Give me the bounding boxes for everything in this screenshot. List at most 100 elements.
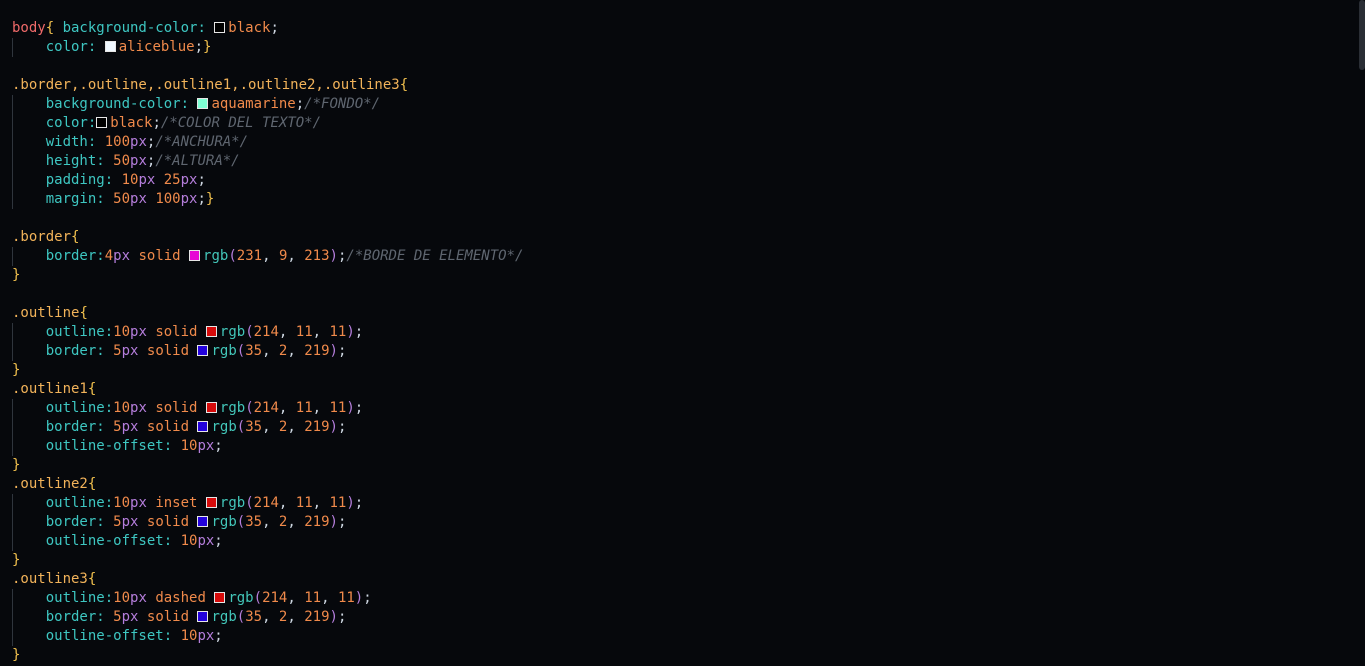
- code-token-punct: [12, 533, 46, 549]
- color-swatch-icon[interactable]: [197, 421, 209, 432]
- code-token-brace: {: [71, 229, 80, 245]
- color-swatch-icon[interactable]: [197, 611, 209, 622]
- code-token-num: 10: [113, 324, 131, 340]
- code-line[interactable]: border: 5px solid rgb(35, 2, 219);: [12, 513, 347, 532]
- code-line[interactable]: background-color: aquamarine;/*FONDO*/: [12, 95, 380, 114]
- code-token-num: 10: [113, 590, 131, 606]
- code-token-brace: {: [399, 77, 409, 93]
- code-line[interactable]: padding: 10px 25px;: [12, 171, 206, 190]
- code-line[interactable]: border: 5px solid rgb(35, 2, 219);: [12, 418, 347, 437]
- code-editor[interactable]: body{ background-color: black; color: al…: [0, 0, 1365, 666]
- code-token-kw: solid: [155, 324, 206, 340]
- code-line[interactable]: outline:10px solid rgb(214, 11, 11);: [12, 323, 364, 342]
- color-swatch-icon[interactable]: [205, 326, 217, 337]
- color-swatch-icon[interactable]: [197, 516, 209, 527]
- code-token-unit: px: [121, 419, 147, 435]
- code-line[interactable]: }: [12, 456, 20, 475]
- code-token-prop: outline:: [45, 324, 114, 340]
- vertical-scrollbar[interactable]: [1359, 0, 1365, 70]
- code-line[interactable]: .border,.outline,.outline1,.outline2,.ou…: [12, 76, 408, 95]
- code-token-prop: width:: [45, 134, 105, 150]
- code-token-num: 25: [163, 172, 181, 188]
- code-line[interactable]: color: aliceblue;}: [12, 38, 212, 57]
- code-line[interactable]: .outline{: [12, 304, 88, 323]
- code-token-sel: .outline1: [12, 381, 88, 397]
- code-token-num: 5: [113, 419, 122, 435]
- color-swatch-icon[interactable]: [189, 250, 201, 261]
- code-token-punct: ,: [287, 609, 305, 625]
- code-token-num: 5: [113, 609, 122, 625]
- code-token-num: 11: [295, 495, 313, 511]
- color-swatch-icon[interactable]: [205, 497, 217, 508]
- code-line[interactable]: border: 5px solid rgb(35, 2, 219);: [12, 608, 347, 627]
- code-token-punct: [12, 153, 46, 169]
- color-swatch-icon[interactable]: [197, 345, 209, 356]
- code-token-paren: ): [346, 324, 355, 340]
- code-token-num: 35: [245, 419, 263, 435]
- code-line[interactable]: height: 50px;/*ALTURA*/: [12, 152, 240, 171]
- code-token-punct: ;: [270, 20, 279, 36]
- code-line[interactable]: .outline2{: [12, 475, 96, 494]
- color-swatch-icon[interactable]: [214, 22, 226, 33]
- indent-guide: [12, 95, 13, 209]
- code-line[interactable]: }: [12, 646, 20, 665]
- code-token-unit: px: [130, 191, 156, 207]
- code-token-kw: aquamarine: [211, 96, 296, 112]
- code-token-punct: [12, 495, 46, 511]
- code-token-prop: border:: [45, 248, 105, 264]
- code-token-comment: /*ANCHURA*/: [155, 134, 249, 150]
- code-token-prop: color:: [45, 39, 105, 55]
- code-line[interactable]: body{ background-color: black;: [12, 19, 279, 38]
- code-line[interactable]: outline-offset: 10px;: [12, 437, 223, 456]
- code-token-fn: rgb: [211, 514, 237, 530]
- code-token-punct: ;: [197, 172, 206, 188]
- code-token-punct: ;: [295, 96, 305, 112]
- code-token-punct: [12, 343, 46, 359]
- code-token-num: 219: [304, 609, 330, 625]
- color-swatch-icon[interactable]: [104, 41, 116, 52]
- code-line[interactable]: outline-offset: 10px;: [12, 627, 223, 646]
- code-token-brace: {: [87, 571, 97, 587]
- code-line[interactable]: outline:10px inset rgb(214, 11, 11);: [12, 494, 364, 513]
- code-token-brace: }: [12, 647, 21, 663]
- code-token-unit: px: [180, 191, 198, 207]
- code-token-num: 10: [121, 172, 139, 188]
- code-token-punct: ,: [287, 248, 305, 264]
- code-token-prop: border:: [45, 514, 114, 530]
- code-token-num: 11: [329, 400, 347, 416]
- code-token-paren: ): [329, 514, 338, 530]
- code-token-punct: ;: [337, 609, 347, 625]
- code-token-unit: px: [130, 495, 156, 511]
- code-token-num: 10: [180, 438, 198, 454]
- code-token-brace: }: [12, 552, 21, 568]
- code-line[interactable]: .border{: [12, 228, 79, 247]
- code-token-sel: .outline3: [12, 571, 88, 587]
- code-line[interactable]: outline-offset: 10px;: [12, 532, 223, 551]
- code-token-brace: {: [79, 305, 88, 321]
- code-token-prop: border:: [45, 609, 114, 625]
- code-token-brace: {: [87, 476, 97, 492]
- code-token-paren: (: [253, 590, 263, 606]
- code-line[interactable]: outline:10px dashed rgb(214, 11, 11);: [12, 589, 372, 608]
- color-swatch-icon[interactable]: [96, 117, 108, 128]
- code-line[interactable]: margin: 50px 100px;}: [12, 190, 215, 209]
- code-line[interactable]: color: black;/*COLOR DEL TEXTO*/: [12, 114, 321, 133]
- color-swatch-icon[interactable]: [197, 98, 209, 109]
- code-line[interactable]: }: [12, 266, 20, 285]
- code-line[interactable]: }: [12, 361, 20, 380]
- code-line[interactable]: width: 100px;/*ANCHURA*/: [12, 133, 248, 152]
- code-token-punct: [12, 248, 46, 264]
- code-token-sel: .outline: [12, 305, 80, 321]
- code-line[interactable]: .outline1{: [12, 380, 96, 399]
- code-token-punct: [12, 324, 46, 340]
- code-line[interactable]: border:4px solid rgb(231, 9, 213);/*BORD…: [12, 247, 524, 266]
- code-token-prop: outline:: [45, 590, 114, 606]
- code-line[interactable]: outline:10px solid rgb(214, 11, 11);: [12, 399, 364, 418]
- code-token-paren: ): [346, 495, 355, 511]
- code-token-num: 50: [113, 153, 131, 169]
- code-line[interactable]: border: 5px solid rgb(35, 2, 219);: [12, 342, 347, 361]
- color-swatch-icon[interactable]: [214, 592, 226, 603]
- code-line[interactable]: .outline3{: [12, 570, 96, 589]
- color-swatch-icon[interactable]: [205, 402, 217, 413]
- code-line[interactable]: }: [12, 551, 20, 570]
